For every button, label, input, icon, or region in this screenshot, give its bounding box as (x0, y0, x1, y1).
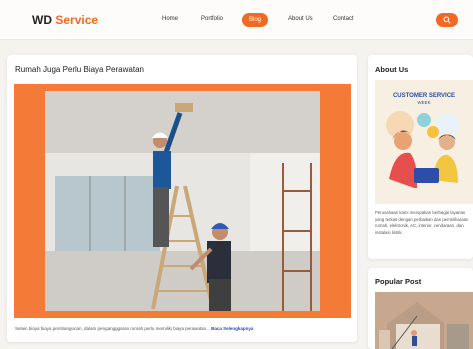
banner-subtitle: WEEK (417, 100, 430, 105)
logo[interactable]: WD Service (32, 13, 98, 27)
excerpt-text: Selain biaya biaya pembangunan, dalam pe… (15, 326, 210, 331)
popular-post-heading: Popular Post (375, 277, 422, 286)
nav-portfolio[interactable]: Portfolio (201, 16, 223, 22)
nav-about-us[interactable]: About Us (288, 16, 313, 22)
read-more-link[interactable]: Baca Selengkapnya (211, 326, 253, 331)
search-button[interactable] (436, 13, 458, 27)
about-us-text: Perusahaan kami merupakan berbagai layan… (375, 210, 469, 235)
post-excerpt: Selain biaya biaya pembangunan, dalam pe… (15, 326, 253, 331)
banner-title: CUSTOMER SERVICE (393, 93, 455, 99)
workers-photo (45, 91, 320, 311)
logo-prefix: WD (32, 13, 52, 27)
post-title[interactable]: Rumah Juga Perlu Biaya Perawatan (15, 65, 144, 74)
about-us-heading: About Us (375, 65, 409, 74)
logo-accent: Service (55, 13, 99, 27)
nav-contact[interactable]: Contact (333, 16, 354, 22)
nav-home[interactable]: Home (162, 16, 178, 22)
top-navbar: WD Service Home Portfolio Blog About Us … (0, 0, 473, 40)
about-us-image: CUSTOMER SERVICE WEEK (375, 80, 473, 204)
popular-post-thumbnail (375, 292, 473, 349)
nav-blog[interactable]: Blog (242, 13, 269, 27)
customer-service-illustration: CUSTOMER SERVICE WEEK (375, 80, 473, 204)
search-icon (443, 16, 451, 24)
post-image[interactable] (14, 84, 351, 318)
popular-post-image[interactable] (375, 292, 473, 349)
